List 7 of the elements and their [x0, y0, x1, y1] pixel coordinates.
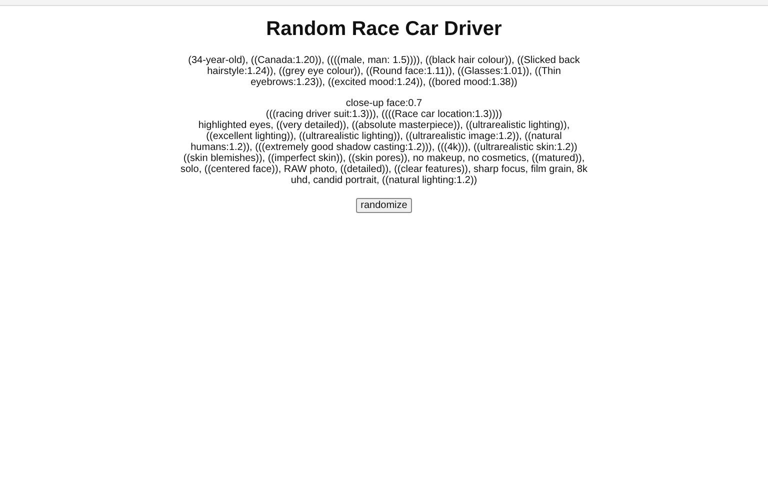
- prompt-text: (34-year-old), ((Canada:1.20)), ((((male, man: 1.5)))), ((black hair colour)), ((Slicked back hairstyle:1.24)), ((grey eye colour)), ((Round face:1.11)), ((Glasses:1.01)), ((Thin eyebrows:1.23)), ((excited mood:1.24)), ((bored mood:1.38)): [187, 55, 581, 88]
- page-title: Random Race Car Driver: [266, 18, 502, 41]
- prompt-text: highlighted eyes, ((very detailed)), ((absolute masterpiece)), ((ultrarealistic lighting)), ((excellent lighting)), ((ultrarealistic lighting)), ((ultrarealistic image:1.2)), ((natural humans:1.2)), (((extremely good shadow casting:1.2))), (((4k))), ((ultrarealistic skin:1.2)): [190, 120, 578, 153]
- prompt-text: ((skin blemishes)), ((imperfect skin)), ((skin pores)), no makeup, no cosmetics, ((matured)), solo, ((centered face)), RAW photo, ((detailed)), ((clear features)), sharp focus, film grain, 8k uhd, candid portrait, ((natural lighting:1.2)): [180, 153, 588, 186]
- prompt-text: (((racing driver suit:1.3))), ((((Race car location:1.3)))): [266, 109, 502, 120]
- randomize-button[interactable]: randomize: [356, 198, 412, 213]
- prompt-text: close-up face:0.7: [346, 98, 422, 109]
